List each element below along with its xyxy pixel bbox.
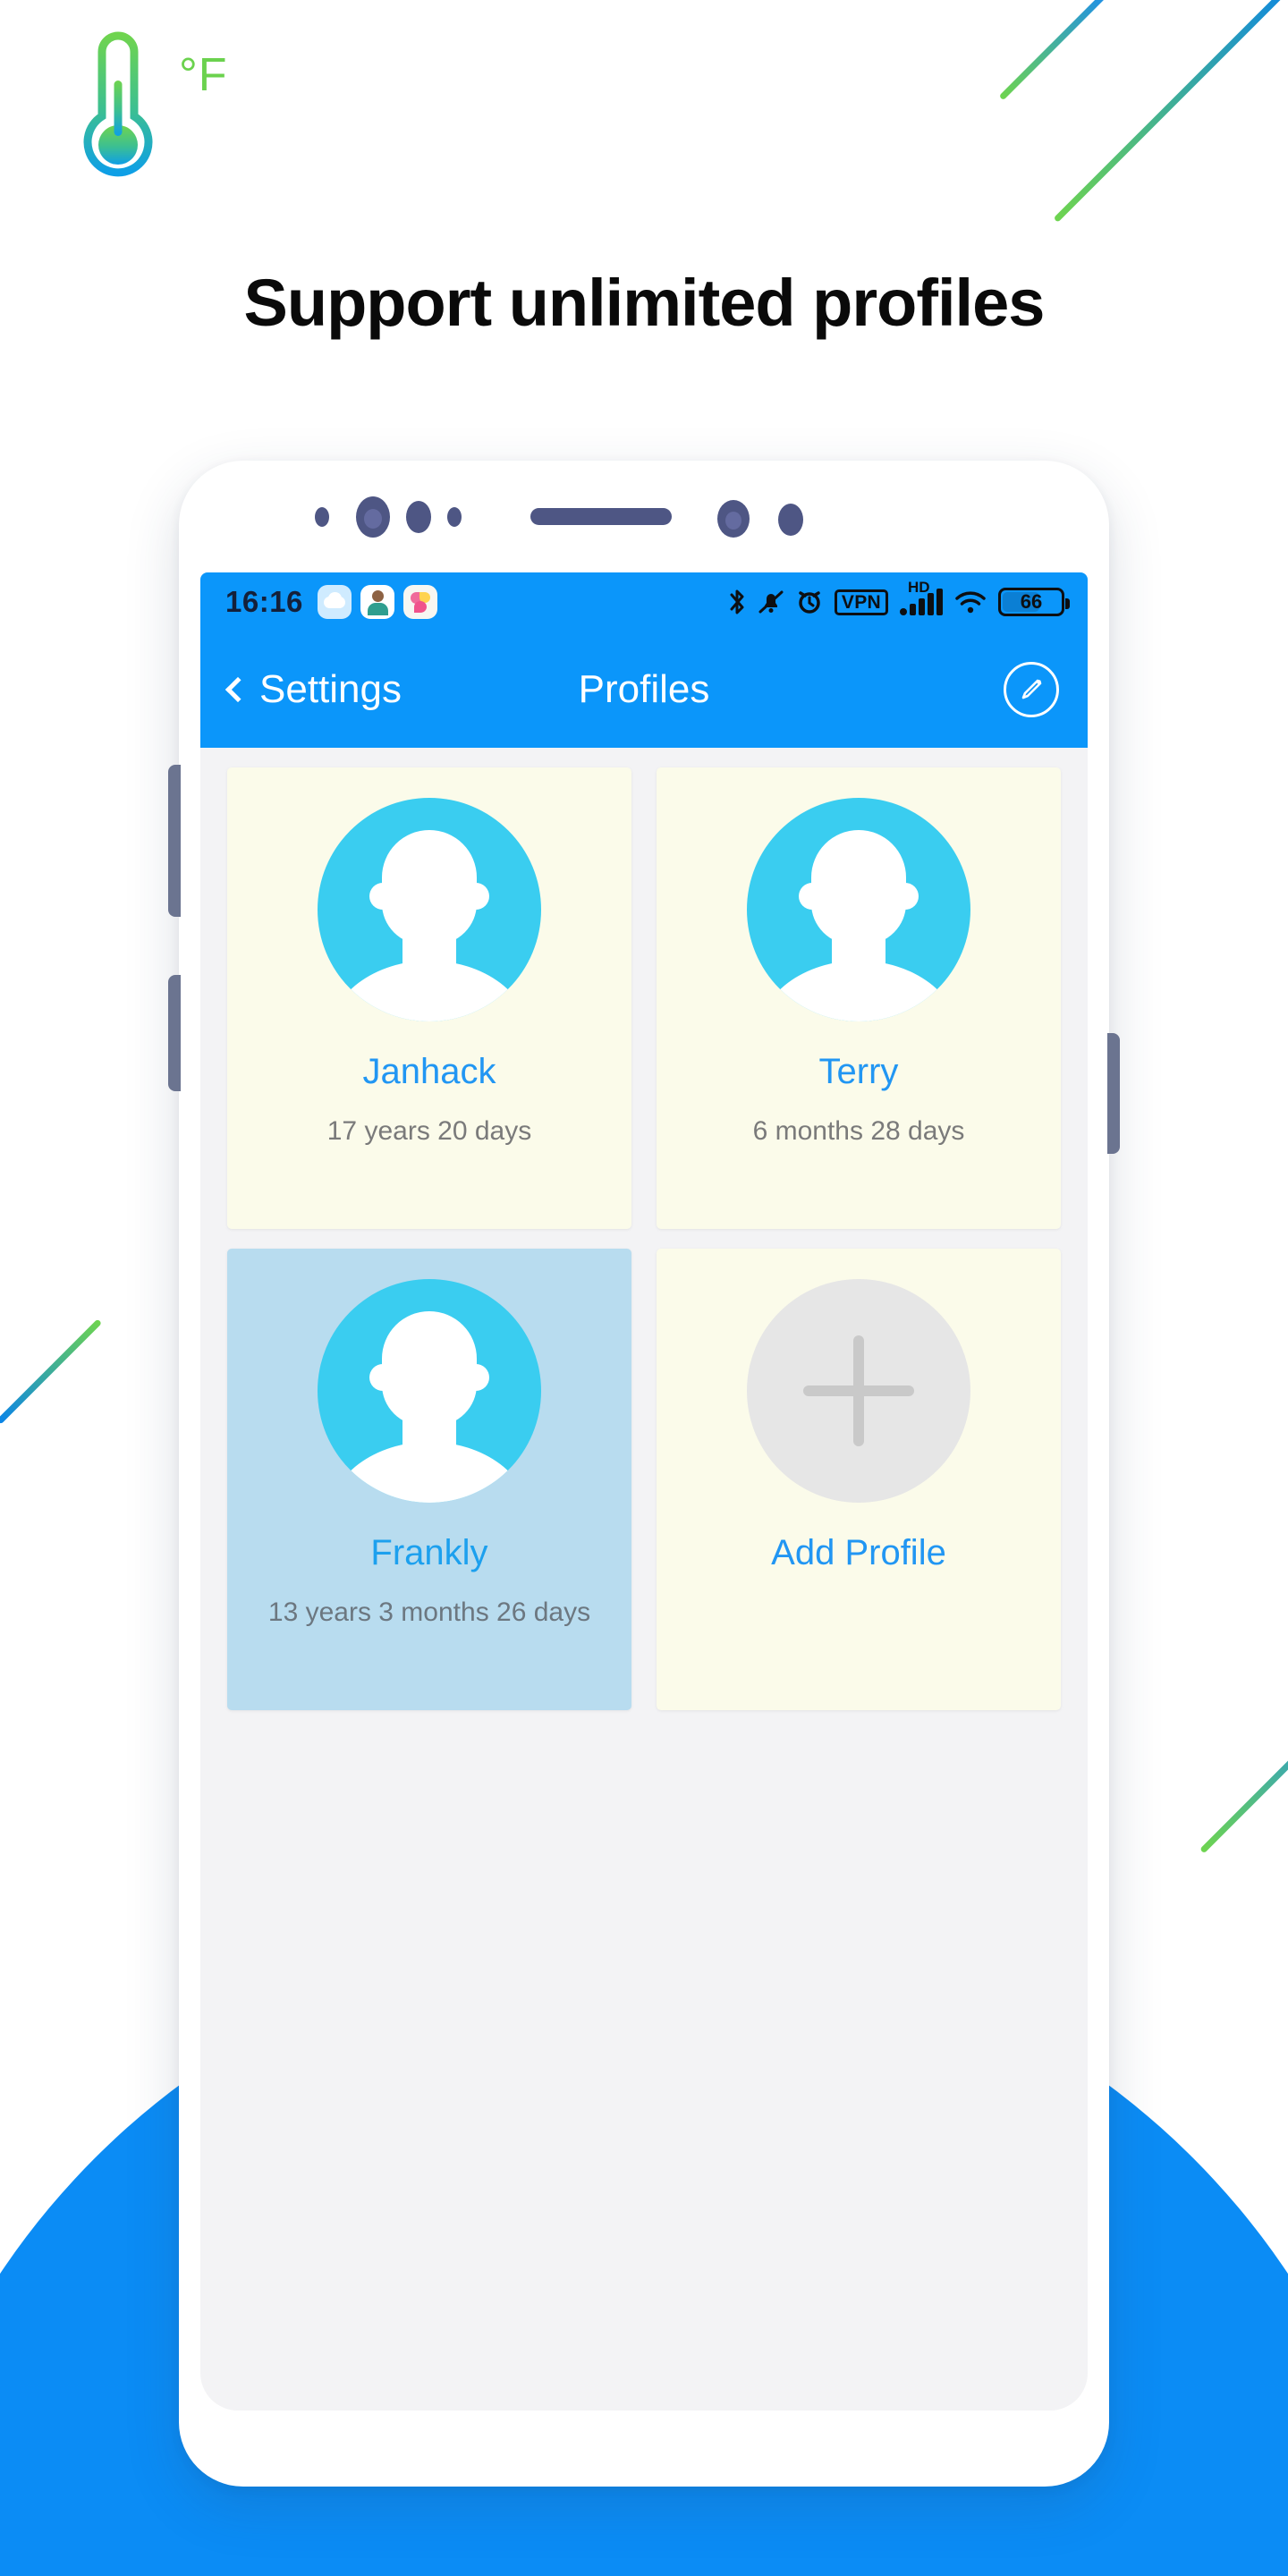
earpiece-speaker: [530, 508, 672, 525]
profile-age: 17 years 20 days: [326, 1116, 532, 1146]
decorative-diagonal-line: [1199, 1703, 1288, 1854]
bluetooth-icon: [730, 589, 744, 614]
status-bar-time: 16:16: [225, 585, 303, 618]
vpn-badge-icon: VPN: [834, 589, 888, 615]
phone-side-button: [168, 975, 181, 1091]
phone-side-button: [1107, 1033, 1120, 1154]
network-type-label: HD: [908, 579, 930, 596]
profile-name: Terry: [818, 1052, 899, 1091]
profile-name: Janhack: [362, 1052, 496, 1091]
battery-level-label: 66: [1020, 590, 1043, 613]
signal-bars-icon: HD: [900, 579, 943, 615]
back-button-label: Settings: [259, 667, 402, 711]
front-camera-icon: [717, 500, 750, 538]
profile-age: 6 months 28 days: [752, 1116, 965, 1146]
plus-icon: [747, 1279, 970, 1503]
flower-app-icon: [402, 585, 437, 619]
chevron-left-icon: [225, 676, 251, 703]
front-camera-icon: [356, 496, 390, 538]
profile-card[interactable]: Janhack 17 years 20 days: [227, 767, 631, 1229]
promo-screenshot: °F Support unlimited profiles 16:16 VPN …: [0, 0, 1288, 2576]
phone-top-bezel: [179, 461, 1109, 572]
pencil-edit-icon: [1021, 679, 1042, 699]
sensor-dot-icon: [406, 501, 431, 533]
sensor-dot-icon: [778, 504, 803, 536]
phone-mockup: 16:16 VPN HD 66 Settings Profiles Janhac…: [168, 461, 1120, 2487]
status-bar: 16:16 VPN HD 66: [200, 572, 1088, 631]
person-avatar-icon: [747, 798, 970, 1021]
back-button[interactable]: Settings: [225, 667, 402, 712]
app-logo: °F: [55, 25, 252, 195]
person-avatar-icon: [318, 1279, 541, 1503]
add-profile-card[interactable]: Add Profile: [657, 1249, 1061, 1710]
thermometer-icon: [83, 31, 153, 177]
sensor-dot-icon: [315, 507, 329, 527]
wifi-icon: [955, 591, 986, 614]
decorative-diagonal-line: [998, 0, 1108, 101]
cloud-app-icon: [317, 585, 352, 619]
profile-card[interactable]: Terry 6 months 28 days: [657, 767, 1061, 1229]
page-title: Support unlimited profiles: [243, 266, 1046, 340]
status-bar-system-icons: VPN HD 66: [728, 579, 1070, 616]
battery-icon: 66: [998, 588, 1070, 616]
person-avatar-icon: [318, 798, 541, 1021]
profiles-grid: Janhack 17 years 20 days Terry 6 months …: [200, 748, 1088, 1730]
profile-age: 13 years 3 months 26 days: [267, 1597, 591, 1627]
person-app-icon: [360, 585, 394, 619]
add-profile-label: Add Profile: [771, 1533, 946, 1572]
profile-card-selected[interactable]: Frankly 13 years 3 months 26 days: [227, 1249, 631, 1710]
bell-muted-icon: [758, 590, 784, 614]
phone-side-button: [168, 765, 181, 917]
alarm-clock-icon: [799, 591, 820, 614]
temperature-unit-label: °F: [179, 49, 228, 101]
decorative-diagonal-line: [1053, 0, 1288, 223]
phone-screen: 16:16 VPN HD 66 Settings Profiles Janhac…: [200, 572, 1088, 2411]
edit-profiles-button[interactable]: [1004, 662, 1059, 717]
profile-name: Frankly: [370, 1533, 488, 1572]
app-navigation-bar: Settings Profiles: [200, 631, 1088, 748]
decorative-diagonal-line: [0, 1318, 103, 1425]
status-bar-notification-icons: [317, 585, 437, 619]
sensor-dot-icon: [447, 507, 462, 527]
